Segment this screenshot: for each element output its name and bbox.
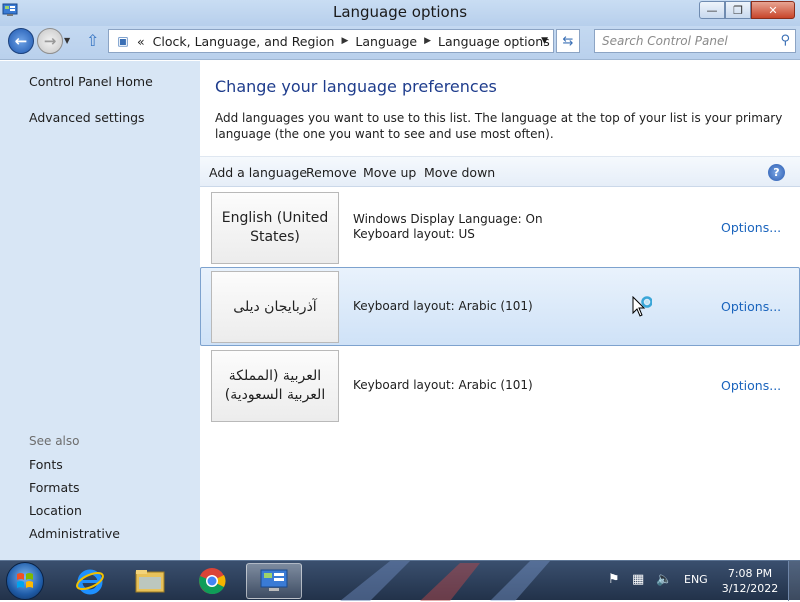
page-title: Change your language preferences — [215, 77, 497, 96]
refresh-icon: ⇆ — [562, 33, 574, 49]
back-arrow-icon: ← — [14, 32, 28, 50]
advanced-settings-link[interactable]: Advanced settings — [29, 110, 145, 125]
main-content: Change your language preferences Add lan… — [200, 61, 800, 560]
move-up-button[interactable]: Move up — [363, 165, 416, 180]
language-tile[interactable]: العربية (المملكة العربية السعودية) — [211, 350, 339, 422]
display-language-status: Windows Display Language: On — [353, 212, 543, 226]
fonts-link[interactable]: Fonts — [29, 457, 63, 472]
busy-cursor-icon — [632, 296, 652, 317]
breadcrumb-overflow[interactable]: « — [137, 34, 145, 49]
control-panel-small-icon: ▣ — [117, 34, 129, 48]
wallpaper-decoration — [340, 561, 550, 601]
taskbar: ⚑ ▦ 🔈 ENG 7:08 PM 3/12/2022 — [0, 560, 800, 601]
breadcrumb-item-clock-language-region[interactable]: Clock, Language, and Region — [153, 34, 335, 49]
control-panel-window: Language options — ❐ ✕ ← → ▼ ⇧ ▣ « Clock… — [0, 0, 800, 560]
minimize-button[interactable]: — — [699, 1, 725, 19]
clock-date: 3/12/2022 — [721, 582, 779, 595]
remove-button[interactable]: Remove — [306, 165, 357, 180]
language-row-azerbaijani[interactable]: آذربایجان دیلی Keyboard layout: Arabic (… — [200, 267, 800, 346]
control-panel-icon — [260, 569, 288, 591]
page-description: Add languages you want to use to this li… — [215, 111, 783, 141]
back-button[interactable]: ← — [8, 28, 34, 54]
options-link[interactable]: Options... — [721, 299, 781, 314]
action-center-flag-icon[interactable]: ⚑ — [608, 572, 620, 587]
see-also-heading: See also — [29, 434, 80, 448]
system-clock[interactable]: 7:08 PM 3/12/2022 — [718, 566, 782, 596]
options-link[interactable]: Options... — [721, 378, 781, 393]
language-row-arabic[interactable]: العربية (المملكة العربية السعودية) Keybo… — [200, 346, 800, 425]
maximize-button[interactable]: ❐ — [725, 1, 751, 19]
breadcrumb-separator-icon[interactable]: ▶ — [424, 36, 431, 46]
up-arrow-icon[interactable]: ⇧ — [86, 31, 99, 50]
language-tile[interactable]: آذربایجان دیلی — [211, 271, 339, 343]
breadcrumb-item-language[interactable]: Language — [355, 34, 417, 49]
clock-time: 7:08 PM — [727, 567, 773, 580]
language-toolbar: Add a language Remove Move up Move down … — [200, 156, 800, 187]
language-row-english[interactable]: English (United States) Windows Display … — [200, 188, 800, 267]
administrative-link[interactable]: Administrative — [29, 526, 120, 541]
title-bar[interactable]: Language options — ❐ ✕ — [0, 0, 800, 26]
start-button[interactable] — [6, 562, 44, 600]
add-language-button[interactable]: Add a language — [209, 165, 307, 180]
forward-arrow-icon: → — [43, 32, 57, 50]
control-panel-taskbar-button[interactable] — [246, 563, 302, 599]
breadcrumb-item-language-options[interactable]: Language options — [438, 34, 550, 49]
internet-explorer-icon — [76, 569, 104, 595]
file-explorer-taskbar-button[interactable] — [122, 563, 178, 599]
window-title: Language options — [332, 3, 468, 21]
move-down-button[interactable]: Move down — [424, 165, 495, 180]
location-link[interactable]: Location — [29, 503, 82, 518]
breadcrumb-separator-icon[interactable]: ▶ — [341, 36, 348, 46]
search-placeholder: Search Control Panel — [602, 34, 728, 48]
forward-button[interactable]: → — [37, 28, 63, 54]
google-chrome-taskbar-button[interactable] — [184, 563, 240, 599]
internet-explorer-taskbar-button[interactable] — [62, 563, 118, 599]
keyboard-layout: Keyboard layout: Arabic (101) — [353, 299, 533, 313]
show-desktop-button[interactable] — [788, 561, 800, 601]
language-info: Keyboard layout: Arabic (101) — [353, 299, 533, 314]
keyboard-layout: Keyboard layout: US — [353, 227, 475, 241]
folder-icon — [135, 570, 165, 593]
address-bar-region: ← → ▼ ⇧ ▣ « Clock, Language, and Region … — [0, 26, 800, 60]
address-dropdown-icon[interactable]: ▼ — [541, 36, 548, 46]
language-tile[interactable]: English (United States) — [211, 192, 339, 264]
formats-link[interactable]: Formats — [29, 480, 80, 495]
options-link[interactable]: Options... — [721, 220, 781, 235]
recent-pages-dropdown-icon[interactable]: ▼ — [64, 36, 70, 45]
close-button[interactable]: ✕ — [751, 1, 795, 19]
language-info: Keyboard layout: Arabic (101) — [353, 378, 533, 393]
keyboard-layout: Keyboard layout: Arabic (101) — [353, 378, 533, 392]
search-icon[interactable]: ⚲ — [780, 33, 790, 48]
language-info: Windows Display Language: On Keyboard la… — [353, 212, 543, 242]
volume-icon[interactable]: 🔈 — [656, 572, 672, 587]
search-input[interactable]: Search Control Panel ⚲ — [594, 29, 796, 53]
refresh-button[interactable]: ⇆ — [556, 29, 580, 53]
control-panel-home-link[interactable]: Control Panel Home — [29, 74, 153, 89]
address-bar[interactable]: ▣ « Clock, Language, and Region ▶ Langua… — [108, 29, 554, 53]
network-icon[interactable]: ▦ — [632, 572, 644, 587]
left-navigation-pane: Control Panel Home Advanced settings See… — [0, 61, 200, 560]
chrome-icon — [199, 568, 226, 595]
windows-logo-icon — [17, 573, 33, 588]
input-language-indicator[interactable]: ENG — [684, 573, 708, 586]
help-icon[interactable]: ? — [768, 164, 785, 181]
